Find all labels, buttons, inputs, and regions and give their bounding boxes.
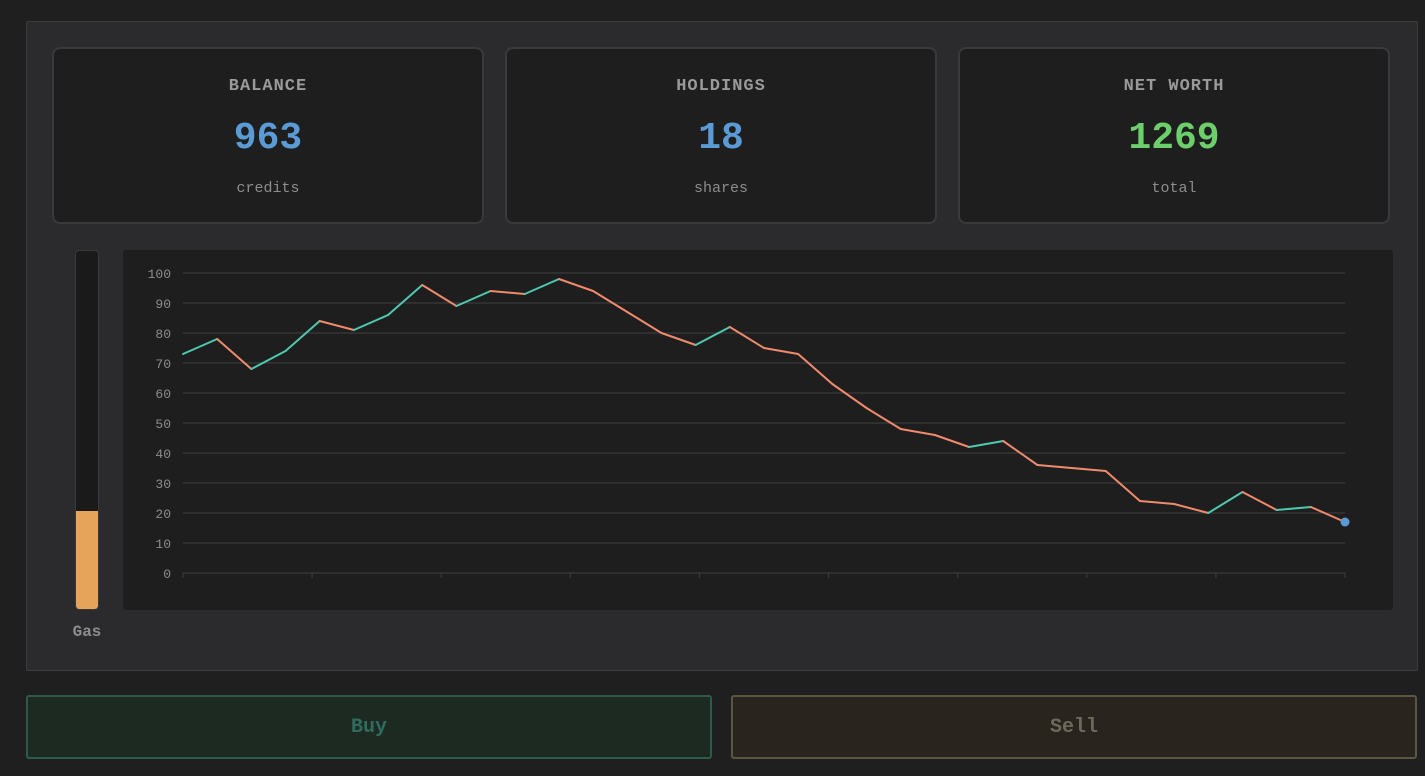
y-tick-label: 70 bbox=[155, 357, 171, 372]
price-segment bbox=[216, 338, 253, 370]
price-segment bbox=[626, 311, 663, 334]
y-tick-label: 100 bbox=[148, 267, 171, 282]
balance-value: 963 bbox=[233, 117, 303, 160]
price-segment bbox=[1241, 491, 1278, 511]
holdings-card: HOLDINGS 18 shares bbox=[505, 47, 937, 224]
price-segment bbox=[592, 290, 629, 313]
y-tick-label: 60 bbox=[155, 387, 171, 402]
balance-label: BALANCE bbox=[228, 77, 308, 96]
y-tick-label: 0 bbox=[163, 567, 171, 582]
gas-gauge bbox=[75, 250, 99, 610]
price-segment bbox=[1138, 500, 1176, 505]
price-segment bbox=[284, 320, 321, 352]
y-tick-label: 90 bbox=[155, 297, 171, 312]
price-segment bbox=[1070, 467, 1107, 472]
price-segment bbox=[1036, 464, 1073, 469]
price-segment bbox=[694, 326, 731, 346]
price-segment bbox=[352, 314, 390, 331]
y-tick-label: 80 bbox=[155, 327, 171, 342]
y-tick-label: 20 bbox=[155, 507, 171, 522]
holdings-unit: shares bbox=[693, 180, 748, 197]
price-segment bbox=[660, 332, 697, 346]
net-worth-label: NET WORTH bbox=[1123, 77, 1225, 96]
price-segment bbox=[1207, 491, 1244, 514]
price-segment bbox=[728, 326, 765, 349]
holdings-value: 18 bbox=[698, 117, 744, 160]
trading-panel: BALANCE 963 credits HOLDINGS 18 shares N… bbox=[26, 21, 1418, 671]
price-segment bbox=[250, 350, 287, 370]
price-chart: 0 10 20 30 40 50 60 70 80 90 100 bbox=[123, 250, 1393, 610]
gas-gauge-fill bbox=[76, 510, 98, 609]
gas-label: Gas bbox=[72, 623, 102, 641]
price-segment bbox=[455, 290, 492, 307]
y-tick-label: 50 bbox=[155, 417, 171, 432]
price-segment bbox=[1104, 470, 1141, 502]
current-price-marker bbox=[1340, 517, 1350, 527]
price-segment bbox=[831, 383, 868, 409]
price-segment bbox=[899, 428, 936, 436]
price-segment bbox=[523, 278, 560, 295]
price-segment bbox=[489, 290, 526, 295]
price-segment bbox=[797, 353, 834, 385]
y-tick-label: 10 bbox=[155, 537, 171, 552]
holdings-label: HOLDINGS bbox=[676, 77, 766, 96]
price-segment bbox=[1275, 506, 1312, 511]
price-segment bbox=[1173, 503, 1210, 514]
y-tick-label: 30 bbox=[155, 477, 171, 492]
price-segment bbox=[387, 284, 424, 316]
y-tick-label: 40 bbox=[155, 447, 171, 462]
price-segment bbox=[865, 407, 902, 430]
buy-button[interactable]: Buy bbox=[26, 695, 712, 759]
price-segment bbox=[182, 338, 219, 355]
price-segment bbox=[557, 278, 595, 292]
price-segment bbox=[968, 440, 1005, 448]
price-segment bbox=[763, 347, 800, 355]
price-segment bbox=[1309, 506, 1346, 523]
price-segment bbox=[933, 434, 971, 448]
net-worth-card: NET WORTH 1269 total bbox=[958, 47, 1390, 224]
balance-unit: credits bbox=[236, 180, 300, 197]
sell-button[interactable]: Sell bbox=[731, 695, 1417, 759]
net-worth-value: 1269 bbox=[1128, 117, 1220, 160]
price-chart-svg: 0 10 20 30 40 50 60 70 80 90 100 bbox=[148, 267, 1350, 582]
balance-card: BALANCE 963 credits bbox=[52, 47, 484, 224]
price-segment bbox=[318, 320, 355, 331]
net-worth-unit: total bbox=[1151, 180, 1197, 197]
